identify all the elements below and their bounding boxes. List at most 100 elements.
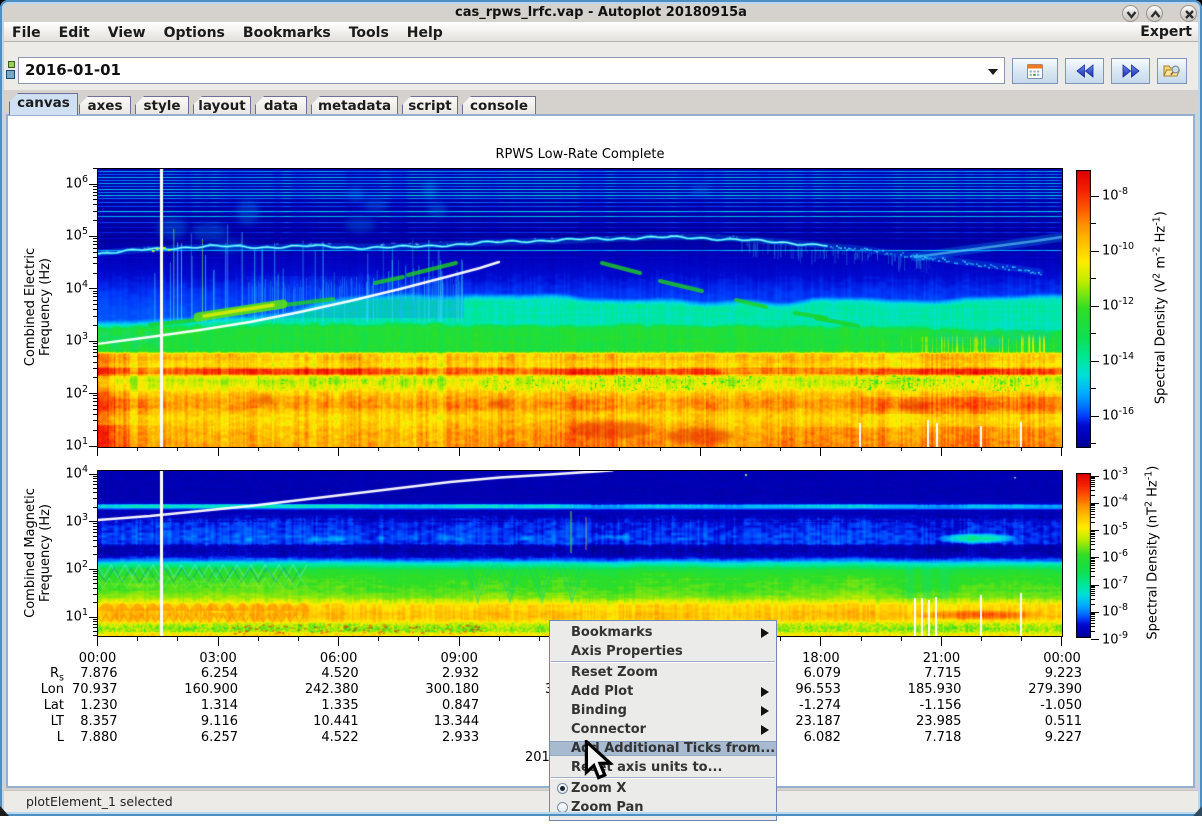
annotation-value: 4.522 [321,729,359,745]
context-menu-item-connector[interactable]: Connector [550,720,776,739]
menu-view[interactable]: View [99,23,155,43]
back-button[interactable] [1065,58,1104,84]
plot1-x-major-tick [699,447,701,456]
plot1-y-minor-tick [93,272,97,274]
plot1-x-minor-tick [498,447,500,451]
tab-console[interactable]: console [462,96,536,115]
plot1-x-major-tick [217,447,219,456]
cbar2-minor-tick [1091,614,1095,616]
plot2-x-minor-tick [539,636,541,641]
context-menu-item-zoom-pan[interactable]: Zoom Pan [550,798,776,817]
plot2-y-minor-tick [93,498,97,500]
plot2-y-minor-tick [93,506,97,508]
cbar2-minor-tick [1091,561,1095,563]
uri-input[interactable]: 2016-01-01 [18,57,984,84]
cbar1-major-tick [1091,415,1099,417]
plot1-y-major-tick [89,288,97,290]
plot1-y-minor-tick [93,408,97,410]
tab-script[interactable]: script [402,96,458,115]
cbar2-minor-tick [1091,625,1095,627]
plot1-y-minor-tick [93,210,97,212]
xaxis-time-label: 00:00 [78,650,117,666]
cbar2-minor-tick [1091,483,1095,485]
cbar2-minor-tick [1091,513,1095,515]
plot2-ytick-label: 101 [65,606,88,625]
tab-layout[interactable]: layout [193,96,251,115]
context-menu-item-axis-properties[interactable]: Axis Properties [550,642,776,661]
context-menu-item-binding[interactable]: Binding [550,701,776,720]
plot2-ytick-label: 104 [65,464,88,482]
cbar2-label: Spectral Density (nT2 Hz-1) [1143,465,1161,640]
uri-dropdown-button[interactable] [983,57,1005,84]
menu-options[interactable]: Options [155,23,234,43]
superscript-text: 2 [1143,500,1155,508]
context-menu-item-bookmarks[interactable]: Bookmarks [550,623,776,642]
plot2-y-minor-tick [93,523,97,525]
plot1-x-minor-tick [1021,447,1023,451]
cbar2-minor-tick [1091,563,1095,565]
menu-tools[interactable]: Tools [340,23,398,43]
tab-style[interactable]: style [135,96,189,115]
plot2-y-major-tick [89,616,97,618]
dataset-icon-green-square [8,61,15,68]
plot1-x-minor-tick [297,447,299,451]
plot2-y-minor-tick [93,602,97,604]
plot1-y-minor-tick [93,238,97,240]
open-file-button[interactable] [1157,58,1187,84]
cbar1-label: Spectral Density (V2 m-2 Hz-1) [1151,211,1169,405]
maximize-button[interactable] [1146,5,1163,22]
cbar2-minor-tick [1091,630,1095,632]
radio-selected-icon [557,782,568,794]
plot2-x-major-tick [217,636,219,646]
calendar-button[interactable] [1012,58,1058,84]
expert-mode-label[interactable]: Expert [1140,24,1192,40]
cbar1-minor-tick [1091,388,1096,389]
plot2-x-major-tick [338,636,340,646]
plot2-y-minor-tick [93,583,97,585]
cbar1-major-tick [1091,360,1099,362]
menu-help[interactable]: Help [398,23,452,43]
menu-edit[interactable]: Edit [50,23,99,43]
context-menu-item-reset-zoom[interactable]: Reset Zoom [550,663,776,682]
annotation-value: 0.847 [441,697,480,713]
chevron-down-icon [1126,11,1137,19]
superscript-text: -16 [1118,406,1135,417]
annotation-value: 4.520 [321,666,359,681]
spectrogram-magnetic[interactable] [98,471,1062,636]
colorbar-magnetic[interactable] [1076,473,1091,638]
cbar2-minor-tick [1091,565,1095,567]
xaxis-time-label: 03:00 [199,650,237,666]
plot1-y-minor-tick [93,395,97,397]
xaxis-time-label: 21:00 [922,650,961,666]
context-menu-item-add-plot[interactable]: Add Plot [550,682,776,701]
cbar2-minor-tick [1091,476,1095,478]
plot1-y-minor-tick [93,356,97,358]
superscript-text: 1 [81,606,88,618]
close-button[interactable] [1180,5,1197,22]
plot2-y-minor-tick [93,623,97,625]
shade-button[interactable] [1122,5,1139,22]
cbar2-minor-tick [1091,486,1095,488]
plot1-y-minor-tick [93,204,97,206]
title-bar[interactable]: cas_rpws_lrfc.vap - Autoplot 20180915a [2,2,1200,22]
menu-item-label: Zoom Pan [571,800,644,815]
menu-bookmarks[interactable]: Bookmarks [234,23,340,43]
plot1-y-minor-tick [93,420,97,422]
folder-search-icon [1163,65,1181,77]
spectrogram-electric[interactable] [98,169,1062,447]
plot1-ytick-label: 102 [65,383,88,401]
tab-canvas[interactable]: canvas [9,93,78,115]
tab-axes[interactable]: axes [79,96,131,115]
cbar2-tick-label: 10-7 [1102,575,1129,593]
menu-item-label: Connector [571,722,647,737]
menu-file[interactable]: File [3,23,50,43]
colorbar-electric[interactable] [1076,170,1091,448]
cbar2-minor-tick [1091,585,1095,587]
plot2-y-minor-tick [93,593,97,595]
tab-metadata[interactable]: metadata [311,96,398,115]
forward-button[interactable] [1111,58,1150,84]
tab-data[interactable]: data [255,96,307,115]
plot1-y-minor-tick [93,345,97,347]
plot2-x-major-tick [458,636,460,646]
annotation-value: 242.380 [304,681,359,697]
